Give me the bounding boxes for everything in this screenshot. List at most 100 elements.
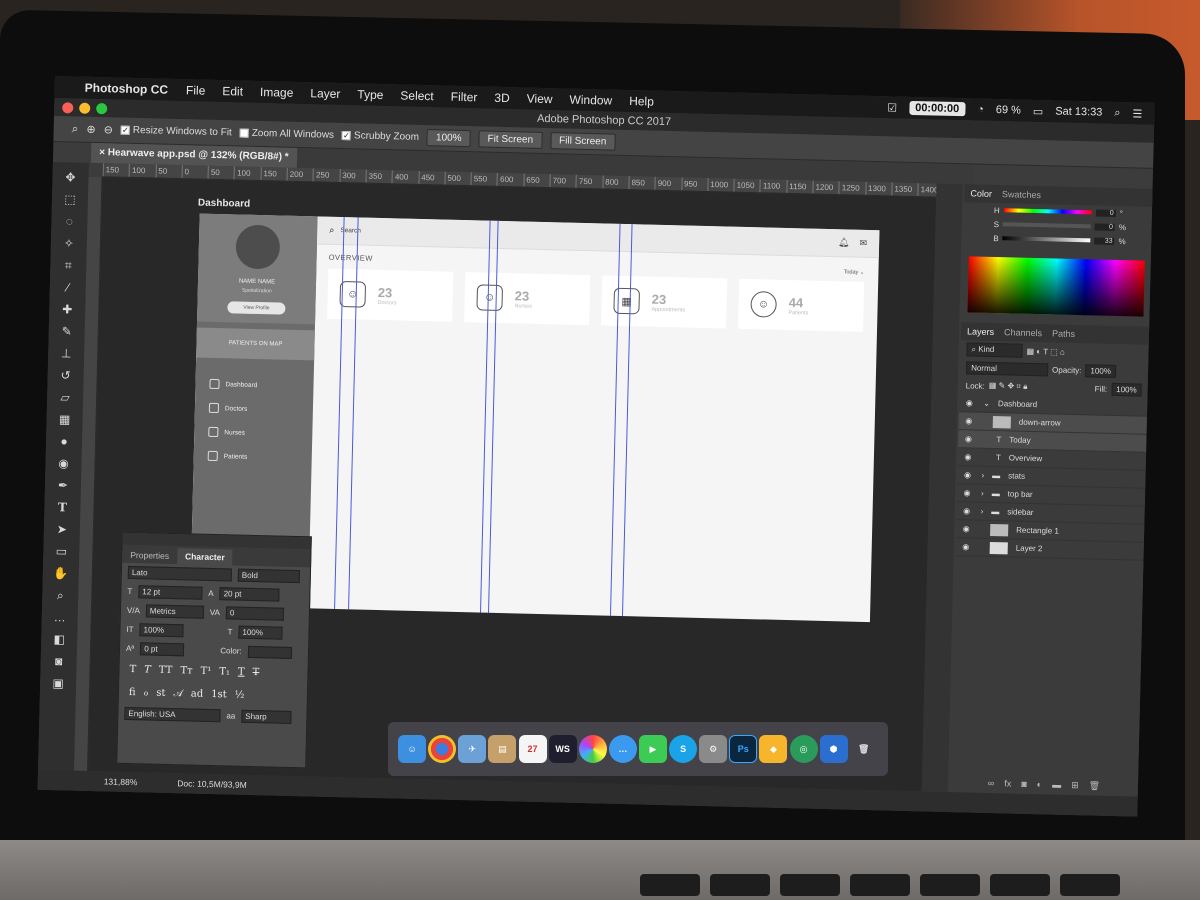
photoshop-icon[interactable]: Ps	[729, 735, 758, 763]
small-caps-icon[interactable]: Tт	[180, 665, 192, 676]
type-tool-icon[interactable]: T	[51, 498, 73, 517]
finder-icon[interactable]: ☺	[398, 735, 427, 763]
path-select-icon[interactable]: ➤	[51, 520, 73, 539]
blend-mode-select[interactable]: Normal	[965, 360, 1049, 376]
chrome-icon[interactable]	[428, 735, 457, 763]
menu-view[interactable]: View	[527, 92, 553, 107]
scrubby-zoom-checkbox[interactable]: ✓ Scrubby Zoom	[341, 130, 419, 143]
notifications-icon[interactable]: ☰	[1132, 107, 1142, 120]
stylistic-icon[interactable]: st	[156, 688, 165, 699]
horizontal-scale-field[interactable]: 100%	[238, 625, 283, 640]
link-icon[interactable]: ∞	[988, 778, 995, 788]
tab-properties[interactable]: Properties	[122, 547, 177, 564]
webstorm-icon[interactable]: WS	[548, 735, 577, 763]
sketch-icon[interactable]: ◆	[759, 735, 788, 763]
preview-icon[interactable]: ✈	[458, 735, 487, 763]
messages-icon[interactable]: …	[608, 735, 637, 763]
layer-row[interactable]: ◉ Layer 2	[955, 538, 1144, 561]
hue-slider[interactable]	[1003, 208, 1092, 215]
healing-brush-icon[interactable]: ✚	[56, 300, 78, 319]
fill-screen-button[interactable]: Fill Screen	[549, 132, 616, 151]
hand-tool-icon[interactable]: ✋	[50, 564, 72, 583]
brush-tool-icon[interactable]: ✎	[56, 322, 78, 341]
spotlight-icon[interactable]: ⌕	[1114, 106, 1120, 119]
group-icon[interactable]: ▬	[1052, 780, 1061, 790]
all-caps-icon[interactable]: TT	[159, 665, 173, 676]
zoom-in-icon[interactable]: ⊕	[86, 123, 96, 136]
eraser-icon[interactable]: ▱	[54, 388, 76, 407]
apple-icon[interactable]	[55, 87, 85, 88]
language-select[interactable]: English: USA	[124, 706, 221, 723]
close-icon[interactable]	[62, 102, 74, 114]
eyedropper-icon[interactable]: ⁄	[57, 278, 79, 297]
pen-tool-icon[interactable]: ✒	[52, 476, 74, 495]
menu-image[interactable]: Image	[260, 85, 294, 100]
menu-help[interactable]: Help	[629, 94, 654, 109]
font-size-field[interactable]: 12 pt	[138, 585, 203, 600]
lasso-tool-icon[interactable]: ◌	[58, 212, 80, 231]
color-spectrum[interactable]	[967, 256, 1145, 317]
guide-line[interactable]	[617, 213, 634, 623]
fit-screen-button[interactable]: Fit Screen	[478, 130, 543, 149]
crop-tool-icon[interactable]: ⌗	[57, 256, 79, 275]
antialias-select[interactable]: Sharp	[241, 709, 292, 724]
brightness-slider[interactable]	[1002, 236, 1091, 243]
tab-channels[interactable]: Channels	[1004, 327, 1042, 338]
zoom-100-button[interactable]: 100%	[426, 129, 471, 148]
tab-layers[interactable]: Layers	[967, 326, 994, 337]
maximize-icon[interactable]	[96, 103, 108, 115]
vertical-scale-field[interactable]: 100%	[139, 623, 184, 638]
zoom-tool-icon[interactable]: ⌕	[72, 121, 79, 136]
checkbox-icon[interactable]: ☑	[887, 101, 897, 114]
color-swatches-icon[interactable]: ◧	[48, 630, 70, 649]
filter-icons[interactable]: ▦ ◐ T ⬚ ⌂	[1026, 346, 1064, 356]
more-tools-icon[interactable]: …	[49, 608, 71, 627]
menu-edit[interactable]: Edit	[222, 84, 243, 99]
tab-paths[interactable]: Paths	[1052, 328, 1075, 339]
menu-file[interactable]: File	[186, 83, 206, 97]
subscript-icon[interactable]: T₁	[219, 666, 230, 677]
magic-wand-icon[interactable]: ✧	[58, 234, 80, 253]
trash-dock-icon[interactable]: 🗑︎	[850, 735, 878, 763]
fill-field[interactable]: 100%	[1111, 382, 1142, 397]
rectangle-tool-icon[interactable]: ▭	[50, 542, 72, 561]
calendar-icon[interactable]: 27	[518, 735, 547, 763]
photos-icon[interactable]	[578, 735, 607, 763]
blur-tool-icon[interactable]: ●	[53, 432, 75, 451]
zoom-tool-sidebar-icon[interactable]: ⌕	[49, 586, 71, 605]
ligatures-icon[interactable]: fi	[129, 687, 136, 698]
baseline-field[interactable]: 0 pt	[140, 642, 185, 657]
marquee-tool-icon[interactable]: ⬚	[59, 190, 81, 209]
mask-icon[interactable]: ◙	[1021, 779, 1027, 789]
quick-mask-icon[interactable]: ◙	[47, 652, 69, 671]
tracking-field[interactable]: 0	[225, 606, 285, 621]
menu-select[interactable]: Select	[400, 88, 434, 103]
timer[interactable]: 00:00:00	[908, 100, 966, 117]
gradient-tool-icon[interactable]: ▦	[53, 410, 75, 429]
swash-icon[interactable]: ℴ	[143, 687, 148, 698]
opacity-field[interactable]: 100%	[1085, 363, 1117, 378]
ordinals-icon[interactable]: 1st	[211, 689, 227, 700]
menu-layer[interactable]: Layer	[310, 86, 340, 101]
lock-icons[interactable]: ▦ ✎ ✥ ⌗ 🔒︎	[989, 381, 1028, 392]
menu-app-name[interactable]: Photoshop CC	[85, 81, 169, 97]
brightness-value[interactable]: 33	[1094, 236, 1115, 245]
tab-character[interactable]: Character	[176, 548, 233, 566]
superscript-icon[interactable]: T¹	[200, 666, 211, 677]
titling-icon[interactable]: 𝒜	[173, 688, 183, 699]
fractions-icon[interactable]: ½	[235, 690, 245, 701]
wifi-icon[interactable]: ◔	[977, 104, 984, 116]
faux-bold-icon[interactable]: T	[129, 664, 136, 675]
leading-field[interactable]: 20 pt	[219, 587, 280, 602]
strikethrough-icon[interactable]: T	[252, 667, 259, 678]
fx-icon[interactable]: fx	[1004, 778, 1011, 788]
stamp-tool-icon[interactable]: ⊥	[55, 344, 77, 363]
trash-icon[interactable]: 🗑︎	[1089, 780, 1101, 791]
system-preferences-icon[interactable]: ⚙	[699, 735, 728, 763]
menu-window[interactable]: Window	[569, 93, 612, 108]
kerning-field[interactable]: Metrics	[145, 604, 205, 619]
underline-icon[interactable]: T	[238, 667, 245, 678]
battery-icon[interactable]: ▭	[1033, 104, 1044, 117]
tab-swatches[interactable]: Swatches	[1002, 189, 1041, 200]
resize-windows-checkbox[interactable]: ✓ Resize Windows to Fit	[120, 125, 232, 138]
